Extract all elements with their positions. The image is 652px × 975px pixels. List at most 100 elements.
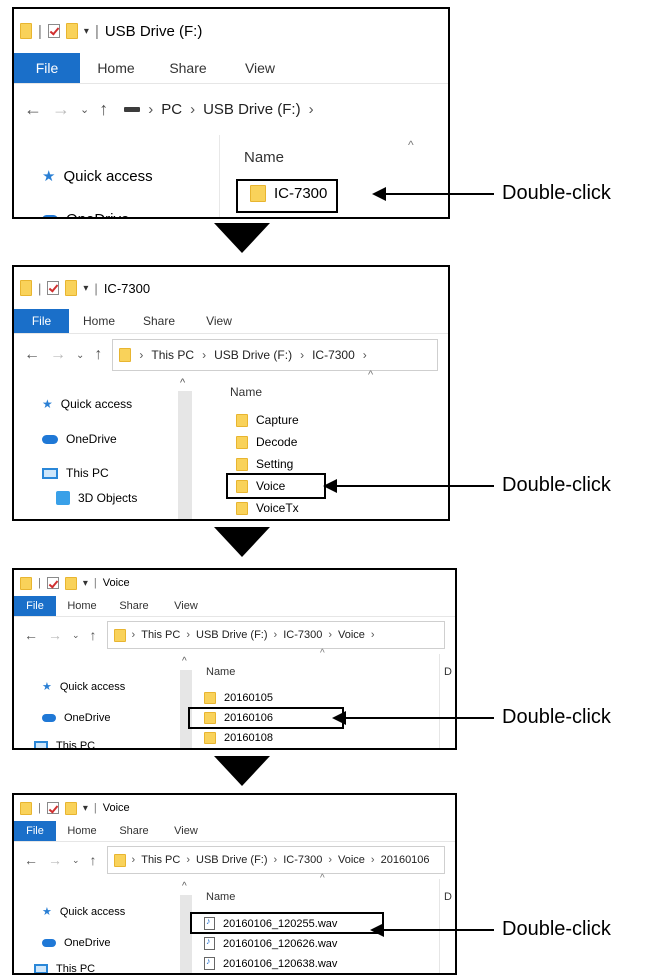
address-bar[interactable]: › This PC › USB Drive (F:) › IC-7300 › <box>112 339 438 371</box>
forward-arrow-icon[interactable]: → <box>48 852 62 868</box>
back-arrow-icon[interactable]: ← <box>24 346 40 364</box>
column-header-name[interactable]: Name <box>206 891 235 903</box>
scroll-up-icon[interactable]: ^ <box>180 377 185 389</box>
tab-view[interactable]: View <box>160 596 212 616</box>
nav-scrollbar[interactable] <box>178 391 192 519</box>
breadcrumb-item[interactable]: USB Drive (F:) <box>196 854 268 866</box>
properties-icon[interactable] <box>47 281 60 295</box>
tab-home[interactable]: Home <box>56 596 108 616</box>
properties-icon[interactable] <box>47 24 60 38</box>
breadcrumb-item[interactable]: USB Drive (F:) <box>203 101 301 118</box>
properties-icon[interactable] <box>46 577 59 589</box>
breadcrumb-item[interactable]: USB Drive (F:) <box>214 348 292 362</box>
new-folder-icon[interactable] <box>65 280 78 296</box>
back-arrow-icon[interactable]: ← <box>24 627 38 643</box>
quick-access-dropdown-icon[interactable]: ▾ <box>83 803 88 814</box>
scroll-up-icon[interactable]: ^ <box>182 656 187 667</box>
list-item[interactable]: Setting <box>236 457 293 471</box>
nav-item-onedrive[interactable]: OneDrive <box>42 211 129 217</box>
forward-arrow-icon[interactable]: → <box>52 99 70 120</box>
breadcrumb-item[interactable]: PC <box>161 101 182 118</box>
list-item[interactable]: 20160106_120626.wav <box>204 936 337 950</box>
column-header-date[interactable]: D <box>444 666 452 678</box>
nav-item-quick-access[interactable]: ★ Quick access <box>42 680 125 694</box>
tab-share[interactable]: Share <box>108 596 160 616</box>
breadcrumb-item[interactable]: IC-7300 <box>283 854 322 866</box>
tab-file[interactable]: File <box>14 821 56 841</box>
nav-item-onedrive[interactable]: OneDrive <box>42 712 110 724</box>
tab-view[interactable]: View <box>224 53 296 83</box>
column-header-name[interactable]: Name <box>206 666 235 678</box>
column-header-date[interactable]: D <box>444 891 452 903</box>
breadcrumb-item[interactable]: IC-7300 <box>312 348 355 362</box>
column-divider[interactable] <box>439 654 440 748</box>
up-arrow-icon[interactable]: ↑ <box>90 627 97 643</box>
list-item[interactable]: Decode <box>236 435 297 449</box>
address-bar[interactable]: › This PC › USB Drive (F:) › IC-7300 › V… <box>106 621 445 649</box>
list-item[interactable]: 20160108 <box>204 732 273 744</box>
list-item[interactable]: VoiceTx <box>236 501 299 515</box>
address-bar[interactable]: › PC › USB Drive (F:) › <box>118 92 438 127</box>
new-folder-icon[interactable] <box>64 801 77 815</box>
up-arrow-icon[interactable]: ↑ <box>94 346 102 364</box>
nav-item-this-pc[interactable]: This PC <box>42 466 109 480</box>
back-arrow-icon[interactable]: ← <box>24 99 42 120</box>
back-arrow-icon[interactable]: ← <box>24 852 38 868</box>
up-arrow-icon[interactable]: ↑ <box>90 852 97 868</box>
breadcrumb-item[interactable]: IC-7300 <box>283 629 322 641</box>
column-header-name[interactable]: Name <box>244 149 284 166</box>
nav-item-this-pc[interactable]: This PC <box>34 963 95 973</box>
folder-icon <box>236 435 248 449</box>
new-folder-icon[interactable] <box>65 23 78 39</box>
address-bar[interactable]: › This PC › USB Drive (F:) › IC-7300 › V… <box>106 846 445 874</box>
breadcrumb-item[interactable]: This PC <box>141 854 180 866</box>
nav-item-quick-access[interactable]: ★ Quick access <box>42 167 153 186</box>
breadcrumb-item[interactable]: This PC <box>151 348 194 362</box>
nav-item-onedrive[interactable]: OneDrive <box>42 432 117 446</box>
list-item[interactable]: Capture <box>236 413 299 427</box>
quick-access-dropdown-icon[interactable]: ▾ <box>84 26 89 37</box>
recent-locations-icon[interactable]: ⌄ <box>72 630 80 641</box>
quick-access-dropdown-icon[interactable]: ▾ <box>83 283 88 294</box>
tab-view[interactable]: View <box>189 309 249 333</box>
up-arrow-icon[interactable]: ↑ <box>99 99 108 120</box>
breadcrumb-item[interactable]: This PC <box>141 629 180 641</box>
new-folder-icon[interactable] <box>64 576 77 590</box>
nav-item-onedrive[interactable]: OneDrive <box>42 937 110 949</box>
nav-item-this-pc[interactable]: This PC <box>34 740 95 748</box>
highlight-box <box>236 179 338 213</box>
recent-locations-icon[interactable]: ⌄ <box>76 350 84 361</box>
tab-file[interactable]: File <box>14 53 80 83</box>
nav-item-quick-access[interactable]: ★ Quick access <box>42 397 132 411</box>
tab-home[interactable]: Home <box>69 309 129 333</box>
highlight-box <box>226 473 326 499</box>
cloud-icon <box>42 215 58 217</box>
tab-file[interactable]: File <box>14 309 69 333</box>
recent-locations-icon[interactable]: ⌄ <box>80 103 89 116</box>
properties-icon[interactable] <box>46 802 59 814</box>
drive-icon <box>124 106 141 112</box>
tab-file[interactable]: File <box>14 596 56 616</box>
audio-file-icon <box>204 956 215 970</box>
list-item[interactable]: 20160105 <box>204 692 273 704</box>
nav-scrollbar[interactable] <box>180 895 192 973</box>
tab-share[interactable]: Share <box>129 309 189 333</box>
tab-home[interactable]: Home <box>80 53 152 83</box>
column-header-name[interactable]: Name <box>230 385 262 399</box>
forward-arrow-icon[interactable]: → <box>50 346 66 364</box>
recent-locations-icon[interactable]: ⌄ <box>72 855 80 866</box>
forward-arrow-icon[interactable]: → <box>48 627 62 643</box>
tab-share[interactable]: Share <box>152 53 224 83</box>
breadcrumb-item[interactable]: USB Drive (F:) <box>196 629 268 641</box>
breadcrumb-item[interactable]: Voice <box>338 629 365 641</box>
breadcrumb-item[interactable]: Voice <box>338 854 365 866</box>
tab-view[interactable]: View <box>160 821 212 841</box>
nav-item-quick-access[interactable]: ★ Quick access <box>42 905 125 919</box>
quick-access-dropdown-icon[interactable]: ▾ <box>83 578 88 589</box>
scroll-up-icon[interactable]: ^ <box>182 881 187 892</box>
tab-share[interactable]: Share <box>108 821 160 841</box>
list-item[interactable]: 20160106_120638.wav <box>204 956 337 970</box>
nav-item-3d-objects[interactable]: 3D Objects <box>56 491 137 505</box>
tab-home[interactable]: Home <box>56 821 108 841</box>
breadcrumb-item[interactable]: 20160106 <box>381 854 430 866</box>
